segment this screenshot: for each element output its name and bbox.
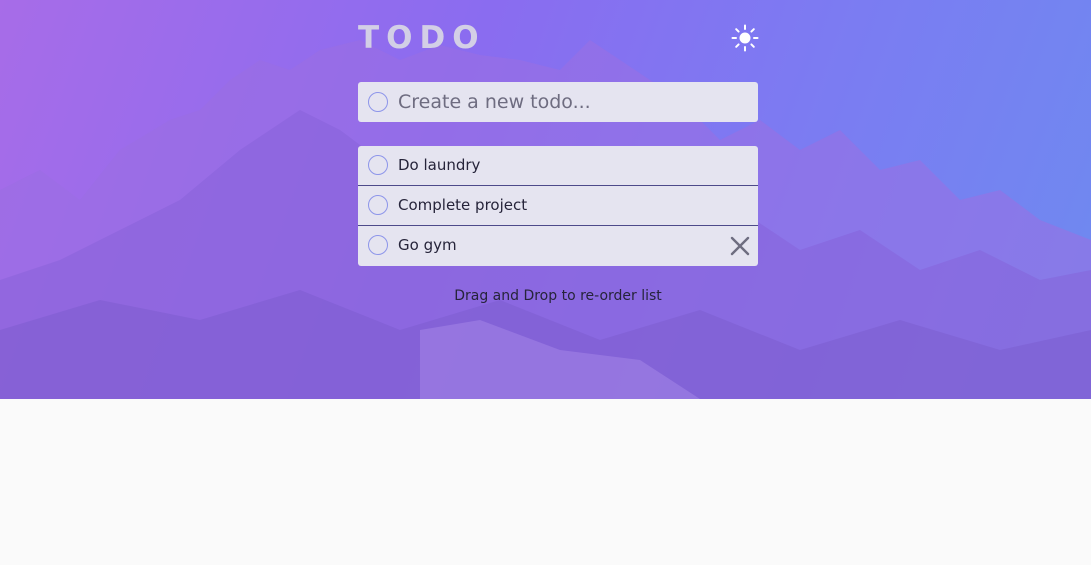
- create-todo-input[interactable]: [398, 82, 748, 122]
- app-header: TODO: [358, 20, 759, 60]
- todo-check-circle[interactable]: [368, 235, 388, 255]
- todo-item[interactable]: Go gym: [358, 226, 758, 266]
- create-check-circle[interactable]: [368, 92, 388, 112]
- todo-item[interactable]: Do laundry: [358, 146, 758, 186]
- todo-text: Do laundry: [398, 156, 481, 174]
- sun-icon[interactable]: [731, 24, 759, 52]
- todo-check-circle[interactable]: [368, 155, 388, 175]
- drag-hint: Drag and Drop to re-order list: [454, 288, 662, 304]
- todo-text: Complete project: [398, 196, 528, 214]
- close-icon[interactable]: [730, 236, 750, 256]
- todo-item[interactable]: Complete project: [358, 186, 758, 226]
- app-title: TODO: [358, 20, 486, 56]
- create-todo-box: [358, 82, 758, 122]
- todo-check-circle[interactable]: [368, 195, 388, 215]
- todo-text: Go gym: [398, 236, 457, 254]
- todo-list: Do laundry Complete project Go gym: [358, 146, 758, 266]
